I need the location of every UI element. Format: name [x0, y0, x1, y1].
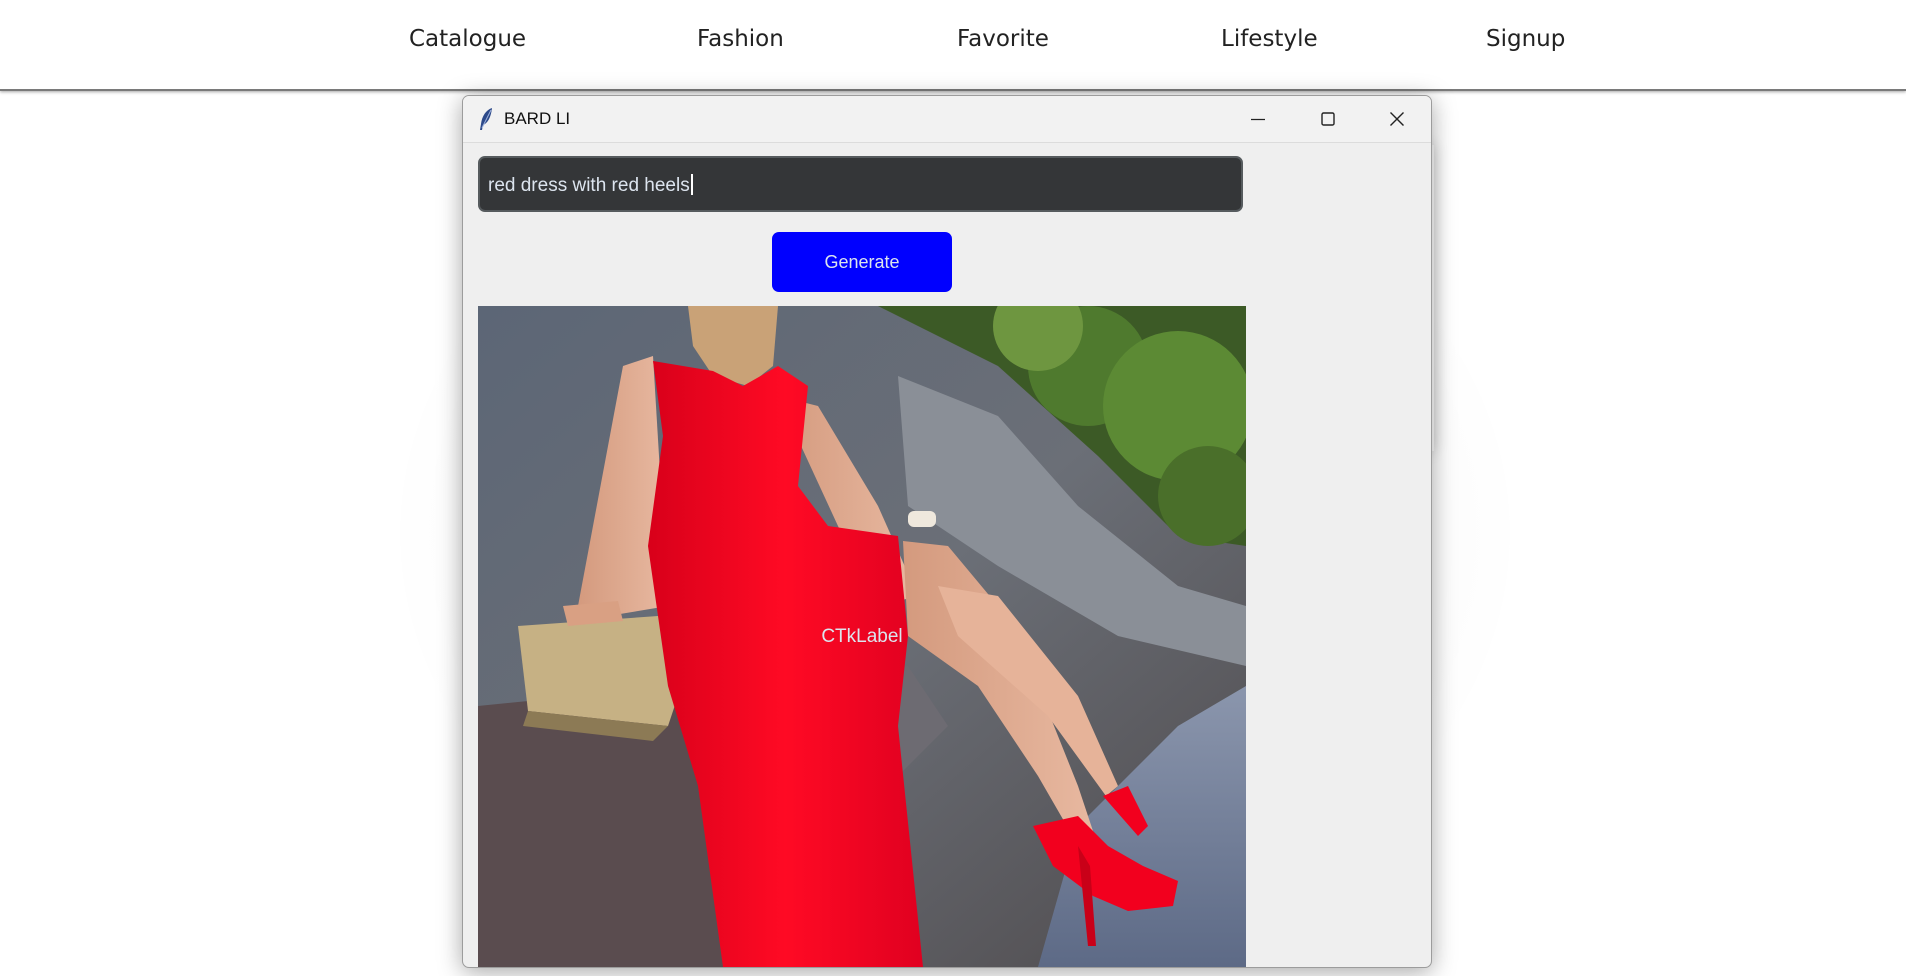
maximize-button[interactable]: [1293, 96, 1362, 142]
nav-link-catalogue[interactable]: Catalogue: [409, 28, 526, 51]
generated-image-label: CTkLabel: [478, 306, 1246, 967]
close-icon: [1389, 111, 1405, 127]
nav-link-fashion[interactable]: Fashion: [697, 28, 784, 51]
app-window: BARD LI red dress with red heels Generat…: [462, 95, 1432, 968]
nav-link-signup[interactable]: Signup: [1486, 28, 1565, 51]
top-nav-bar: Catalogue Fashion Favorite Lifestyle Sig…: [0, 0, 1906, 91]
generated-image: [478, 306, 1246, 967]
nav-link-lifestyle[interactable]: Lifestyle: [1221, 28, 1318, 51]
feather-icon: [477, 107, 495, 131]
window-titlebar[interactable]: BARD LI: [463, 96, 1431, 143]
nav-link-favorite[interactable]: Favorite: [957, 28, 1049, 51]
close-button[interactable]: [1362, 96, 1431, 142]
window-title: BARD LI: [504, 109, 571, 128]
minimize-icon: [1250, 111, 1266, 127]
minimize-button[interactable]: [1223, 96, 1292, 142]
prompt-input[interactable]: [478, 156, 1243, 212]
generate-button[interactable]: Generate: [772, 232, 952, 292]
maximize-icon: [1320, 111, 1336, 127]
